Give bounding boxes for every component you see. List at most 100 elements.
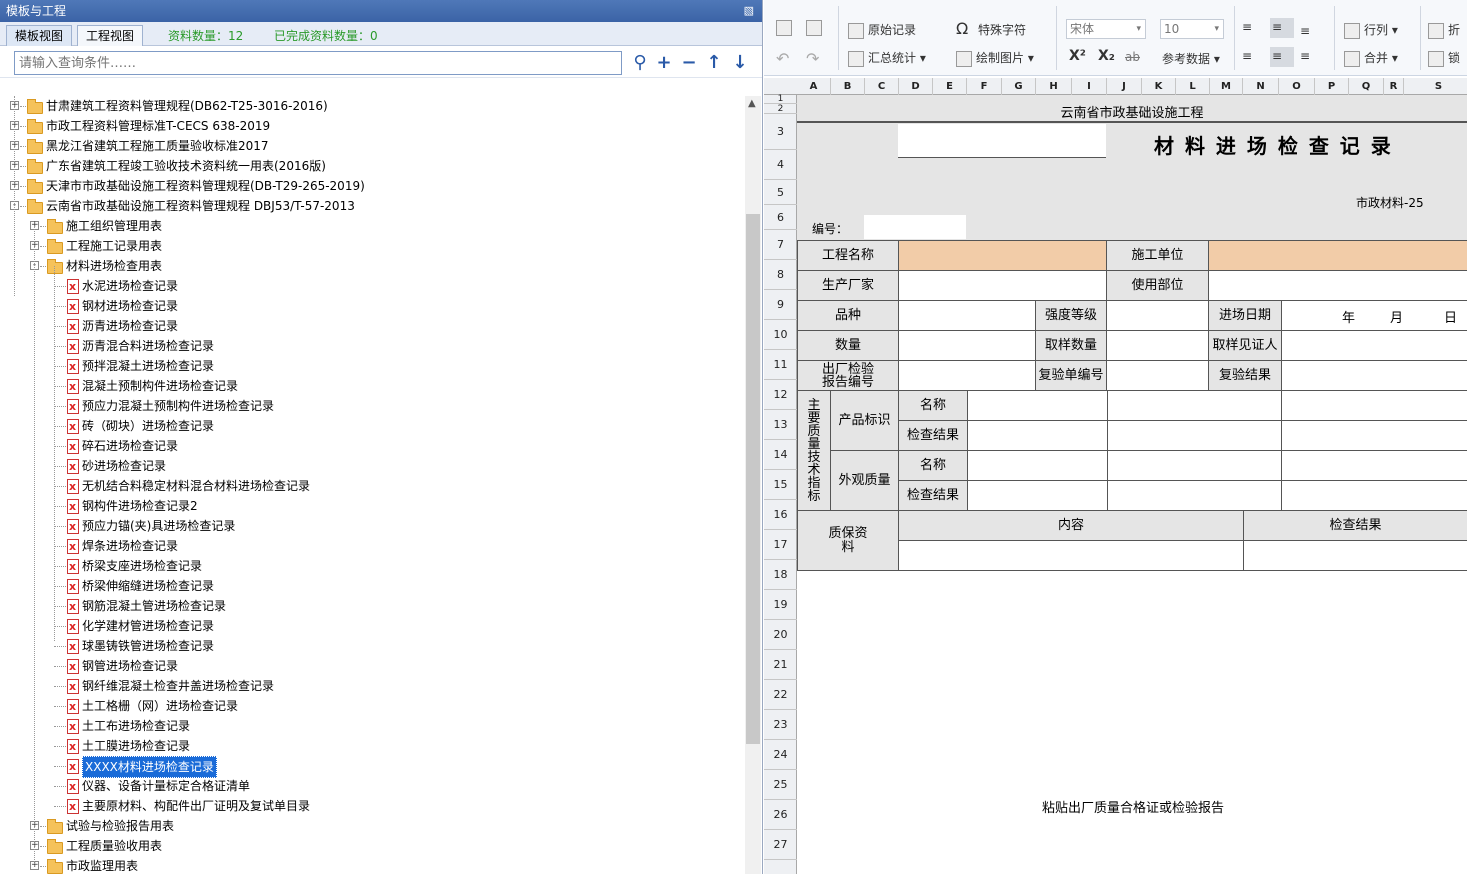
tree-file[interactable]: 砖（砌块）进场检查记录 xyxy=(0,416,745,437)
field-appearance-name-2[interactable] xyxy=(1107,450,1282,481)
undo-icon[interactable]: ↶ xyxy=(776,49,789,68)
tree-file[interactable]: 混凝土预制构件进场检查记录 xyxy=(0,376,745,397)
column-header[interactable]: R xyxy=(1384,78,1404,95)
tree-file[interactable]: XXXX材料进场检查记录 xyxy=(0,756,745,778)
field-appearance-name-1[interactable] xyxy=(967,450,1108,481)
row-header[interactable]: 26 xyxy=(764,800,797,830)
tree-file[interactable]: 焊条进场检查记录 xyxy=(0,536,745,557)
tree-file[interactable]: 主要原材料、构配件出厂证明及复试单目录 xyxy=(0,796,745,817)
row-header[interactable]: 21 xyxy=(764,650,797,680)
row-header[interactable]: 25 xyxy=(764,770,797,800)
arrow-down-icon[interactable]: ↓ xyxy=(729,52,751,74)
tree-file[interactable]: 碎石进场检查记录 xyxy=(0,436,745,457)
row-header[interactable]: 15 xyxy=(764,470,797,500)
tree-file[interactable]: 沥青混合料进场检查记录 xyxy=(0,336,745,357)
tree-folder[interactable]: + 广东省建筑工程竣工验收技术资料统一用表(2016版) xyxy=(0,156,745,176)
tree-file[interactable]: 土工格栅（网）进场检查记录 xyxy=(0,696,745,717)
tree-file[interactable]: 钢材进场检查记录 xyxy=(0,296,745,317)
field-recheck-no[interactable] xyxy=(1106,360,1209,391)
column-header[interactable]: J xyxy=(1107,78,1142,95)
row-header[interactable]: 4 xyxy=(764,150,797,180)
field-product-check-3[interactable] xyxy=(1281,420,1467,451)
align-center-icon[interactable]: ≡ xyxy=(1270,47,1294,67)
tree-file[interactable]: 砂进场检查记录 xyxy=(0,456,745,477)
field-use-location[interactable] xyxy=(1208,270,1467,301)
row-header[interactable]: 27 xyxy=(764,830,797,860)
field-product-name-2[interactable] xyxy=(1107,390,1282,421)
row-header[interactable]: 5 xyxy=(764,180,797,205)
search-input[interactable] xyxy=(14,51,622,75)
tree-file[interactable]: 预应力锚(夹)具进场检查记录 xyxy=(0,516,745,537)
column-header[interactable]: N xyxy=(1243,78,1279,95)
row-header[interactable]: 23 xyxy=(764,710,797,740)
field-variety[interactable] xyxy=(898,300,1036,331)
superscript-button[interactable]: X² xyxy=(1069,48,1086,64)
font-name-select[interactable]: 宋体 ▾ xyxy=(1066,19,1146,39)
column-header[interactable]: E xyxy=(933,78,967,95)
row-header[interactable]: 19 xyxy=(764,590,797,620)
column-header[interactable]: H xyxy=(1036,78,1072,95)
row-header[interactable]: 24 xyxy=(764,740,797,770)
tree-file[interactable]: 球墨铸铁管进场检查记录 xyxy=(0,636,745,657)
field-strength-grade[interactable] xyxy=(1106,300,1209,331)
tree-file[interactable]: 预应力混凝土预制构件进场检查记录 xyxy=(0,396,745,417)
tree-file[interactable]: 土工布进场检查记录 xyxy=(0,716,745,737)
row-header[interactable]: 3 xyxy=(764,114,797,150)
row-header[interactable]: 2 xyxy=(764,104,797,114)
row-header[interactable]: 12 xyxy=(764,380,797,410)
scroll-up-icon[interactable]: ▲ xyxy=(748,98,756,109)
tree-file[interactable]: 仪器、设备计量标定合格证清单 xyxy=(0,776,745,797)
fold-button[interactable]: 折 xyxy=(1428,21,1460,39)
tree-file[interactable]: 化学建材管进场检查记录 xyxy=(0,616,745,637)
paste-icon[interactable] xyxy=(806,20,826,36)
field-product-check-1[interactable] xyxy=(967,420,1108,451)
tab-project-view[interactable]: 工程视图 xyxy=(77,25,144,46)
field-manufacturer[interactable] xyxy=(898,270,1107,301)
tree-folder[interactable]: + 黑龙江省建筑工程施工质量验收标准2017 xyxy=(0,136,745,156)
column-header[interactable]: K xyxy=(1142,78,1176,95)
tree-file[interactable]: 水泥进场检查记录 xyxy=(0,276,745,297)
row-header[interactable]: 20 xyxy=(764,620,797,650)
search-icon[interactable]: ⚲ xyxy=(629,52,651,74)
align-bottom-icon[interactable]: ≡ xyxy=(1300,24,1320,40)
font-size-select[interactable]: 10 ▾ xyxy=(1160,19,1224,39)
tree-folder[interactable]: + 市政监理用表 xyxy=(0,856,745,874)
copy-icon[interactable] xyxy=(776,20,796,36)
pin-icon[interactable]: ▧ xyxy=(744,0,754,22)
tree-folder[interactable]: + 天津市市政基础设施工程资料管理规程(DB-T29-265-2019) xyxy=(0,176,745,196)
lock-button[interactable]: 锁 xyxy=(1428,49,1460,67)
row-header[interactable]: 7 xyxy=(764,230,797,260)
field-appearance-check-3[interactable] xyxy=(1281,480,1467,511)
tree-folder[interactable]: + 工程施工记录用表 xyxy=(0,236,745,256)
form-grid[interactable]: 云南省市政基础设施工程 材 料 进 场 检 查 记 录 市政材料-25 编号： … xyxy=(797,95,1467,874)
spreadsheet[interactable]: ABCDEFGHIJKLMNOPQRS 1 2 3 4 5 6 7 8 9 10 11 12 13 14 1… xyxy=(764,78,1467,874)
row-header[interactable]: 18 xyxy=(764,560,797,590)
field-quantity[interactable] xyxy=(898,330,1036,361)
tree-file[interactable]: 无机结合料稳定材料混合材料进场检查记录 xyxy=(0,476,745,497)
row-header[interactable]: 10 xyxy=(764,320,797,350)
column-header[interactable]: D xyxy=(899,78,933,95)
align-middle-icon[interactable]: ≡ xyxy=(1270,18,1294,38)
row-header[interactable]: 13 xyxy=(764,410,797,440)
tree-folder[interactable]: + 市政工程资料管理标准T-CECS 638-2019 xyxy=(0,116,745,136)
row-header[interactable]: 16 xyxy=(764,500,797,530)
field-appearance-name-3[interactable] xyxy=(1281,450,1467,481)
title-input-box[interactable] xyxy=(898,124,1106,158)
tree-file[interactable]: 桥梁伸缩缝进场检查记录 xyxy=(0,576,745,597)
scrollbar-thumb[interactable] xyxy=(746,214,760,744)
field-appearance-check-2[interactable] xyxy=(1107,480,1282,511)
field-sample-qty[interactable] xyxy=(1106,330,1209,361)
tree-folder[interactable]: - 材料进场检查用表 xyxy=(0,256,745,276)
row-header[interactable]: 6 xyxy=(764,205,797,230)
field-product-name-3[interactable] xyxy=(1281,390,1467,421)
row-header[interactable]: 1 xyxy=(764,95,797,104)
field-entry-date[interactable] xyxy=(1281,300,1467,331)
field-product-name-1[interactable] xyxy=(967,390,1108,421)
summary-stats-button[interactable]: 汇总统计 ▾ xyxy=(848,49,926,67)
strikethrough-button[interactable]: ab xyxy=(1125,50,1140,64)
tree-folder[interactable]: + 甘肃建筑工程资料管理规程(DB62-T25-3016-2016) xyxy=(0,96,745,116)
draw-image-button[interactable]: 绘制图片 ▾ xyxy=(956,49,1034,67)
row-header[interactable]: 8 xyxy=(764,260,797,290)
tree-folder[interactable]: + 试验与检验报告用表 xyxy=(0,816,745,836)
number-field[interactable] xyxy=(864,215,966,239)
